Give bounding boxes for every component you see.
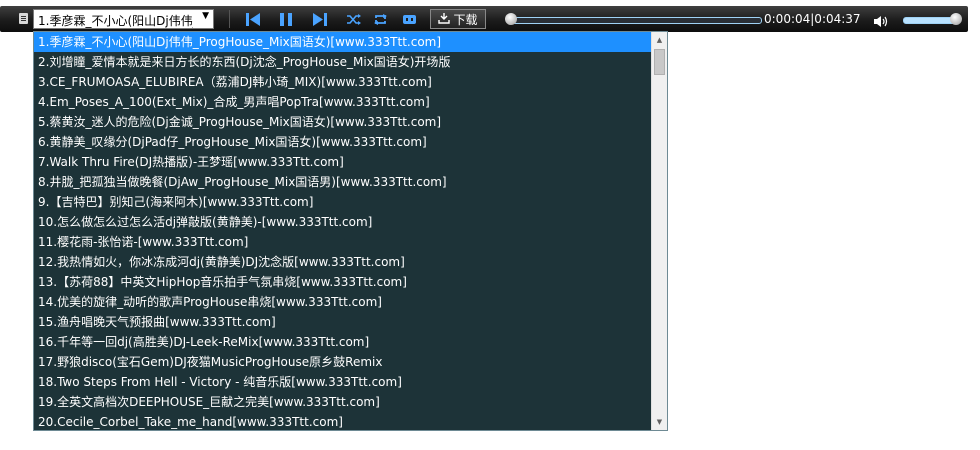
scroll-thumb[interactable]	[654, 49, 665, 75]
scrollbar[interactable]: ▲ ▼	[651, 32, 667, 430]
separator	[229, 10, 230, 28]
list-item[interactable]: 20.Cecile_Corbel_Take_me_hand[www.333Ttt…	[34, 412, 652, 430]
list-item[interactable]: 2.刘增瞳_爱情本就是来日方长的东西(Dj沈念_ProgHouse_Mix国语女…	[34, 52, 652, 72]
list-item[interactable]: 3.CE_FRUMOASA_ELUBIREA（荔浦DJ韩小琦_MIX)[www.…	[34, 72, 652, 92]
playlist-dropdown: 1.季彦霖_不小心(阳山Dj伟伟_ProgHouse_Mix国语女)[www.3…	[33, 31, 668, 431]
list-item[interactable]: 6.黄静美_叹缘分(DjPad仔_ProgHouse_Mix国语女)[www.3…	[34, 132, 652, 152]
chevron-down-icon: ▼	[202, 11, 209, 21]
progress-knob[interactable]	[504, 13, 517, 25]
lyrics-icon[interactable]	[401, 11, 417, 27]
list-item[interactable]: 18.Two Steps From Hell - Victory - 纯音乐版[…	[34, 372, 652, 392]
list-item[interactable]: 5.蔡黄汝_迷人的危险(Dj金诚_ProgHouse_Mix国语女)[www.3…	[34, 112, 652, 132]
list-item[interactable]: 16.千年等一回dj(高胜美)DJ-Leek-ReMix[www.333Ttt.…	[34, 332, 652, 352]
volume-icon[interactable]	[873, 13, 889, 32]
scroll-down-icon[interactable]: ▼	[652, 414, 667, 430]
repeat-icon[interactable]	[372, 11, 388, 27]
list-item[interactable]: 7.Walk Thru Fire(DJ热播版)-王梦瑶[www.333Ttt.c…	[34, 152, 652, 172]
list-item[interactable]: 11.樱花雨-张怡诺-[www.333Ttt.com]	[34, 232, 652, 252]
list-item[interactable]: 12.我热情如火，你冰冻成河dj(黄静美)DJ沈念版[www.333Ttt.co…	[34, 252, 652, 272]
list-item[interactable]: 13.【苏荷88】中英文HipHop音乐拍手气氛串烧[www.333Ttt.co…	[34, 272, 652, 292]
list-item[interactable]: 10.怎么做怎么过怎么活dj弹敲版(黄静美)-[www.333Ttt.com]	[34, 212, 652, 232]
download-icon	[438, 12, 451, 27]
list-item[interactable]: 1.季彦霖_不小心(阳山Dj伟伟_ProgHouse_Mix国语女)[www.3…	[34, 32, 652, 52]
next-icon[interactable]	[311, 11, 329, 27]
song-select[interactable]: 1.季彦霖_不小心(阳山Dj伟伟_ProgHouse_Mix国语女)[www.3…	[33, 9, 214, 29]
list-item[interactable]: 9.【吉特巴】别知己(海来阿木)[www.333Ttt.com]	[34, 192, 652, 212]
volume-knob[interactable]	[950, 13, 962, 25]
list-item[interactable]: 4.Em_Poses_A_100(Ext_Mix)_合成_男声唱PopTra[w…	[34, 92, 652, 112]
playlist-items: 1.季彦霖_不小心(阳山Dj伟伟_ProgHouse_Mix国语女)[www.3…	[34, 32, 652, 430]
list-item[interactable]: 8.井胧_把孤独当做晚餐(DjAw_ProgHouse_Mix国语男)[www.…	[34, 172, 652, 192]
pause-icon[interactable]	[277, 11, 295, 27]
download-button[interactable]: 下载	[430, 9, 486, 29]
list-item[interactable]: 17.野狼disco(宝石Gem)DJ夜猫MusicProgHouse原乡鼓Re…	[34, 352, 652, 372]
list-icon[interactable]	[19, 13, 28, 24]
download-label: 下载	[453, 12, 478, 27]
list-item[interactable]: 19.全英文高档次DEEPHOUSE_巨献之完美[www.333Ttt.com]	[34, 392, 652, 412]
time-display: 0:00:04|0:04:37	[764, 12, 861, 26]
prev-icon[interactable]	[244, 11, 262, 27]
list-item[interactable]: 14.优美的旋律_动听的歌声ProgHouse串烧[www.333Ttt.com…	[34, 292, 652, 312]
player-bar: 1.季彦霖_不小心(阳山Dj伟伟_ProgHouse_Mix国语女)[www.3…	[0, 6, 968, 32]
scroll-up-icon[interactable]: ▲	[652, 32, 667, 48]
list-item[interactable]: 15.渔舟唱晚天气预报曲[www.333Ttt.com]	[34, 312, 652, 332]
progress-bar[interactable]	[507, 17, 762, 24]
shuffle-icon[interactable]	[345, 11, 361, 27]
current-song-title: 1.季彦霖_不小心(阳山Dj伟伟_ProgHouse_Mix国语女)[www.3…	[38, 14, 193, 28]
